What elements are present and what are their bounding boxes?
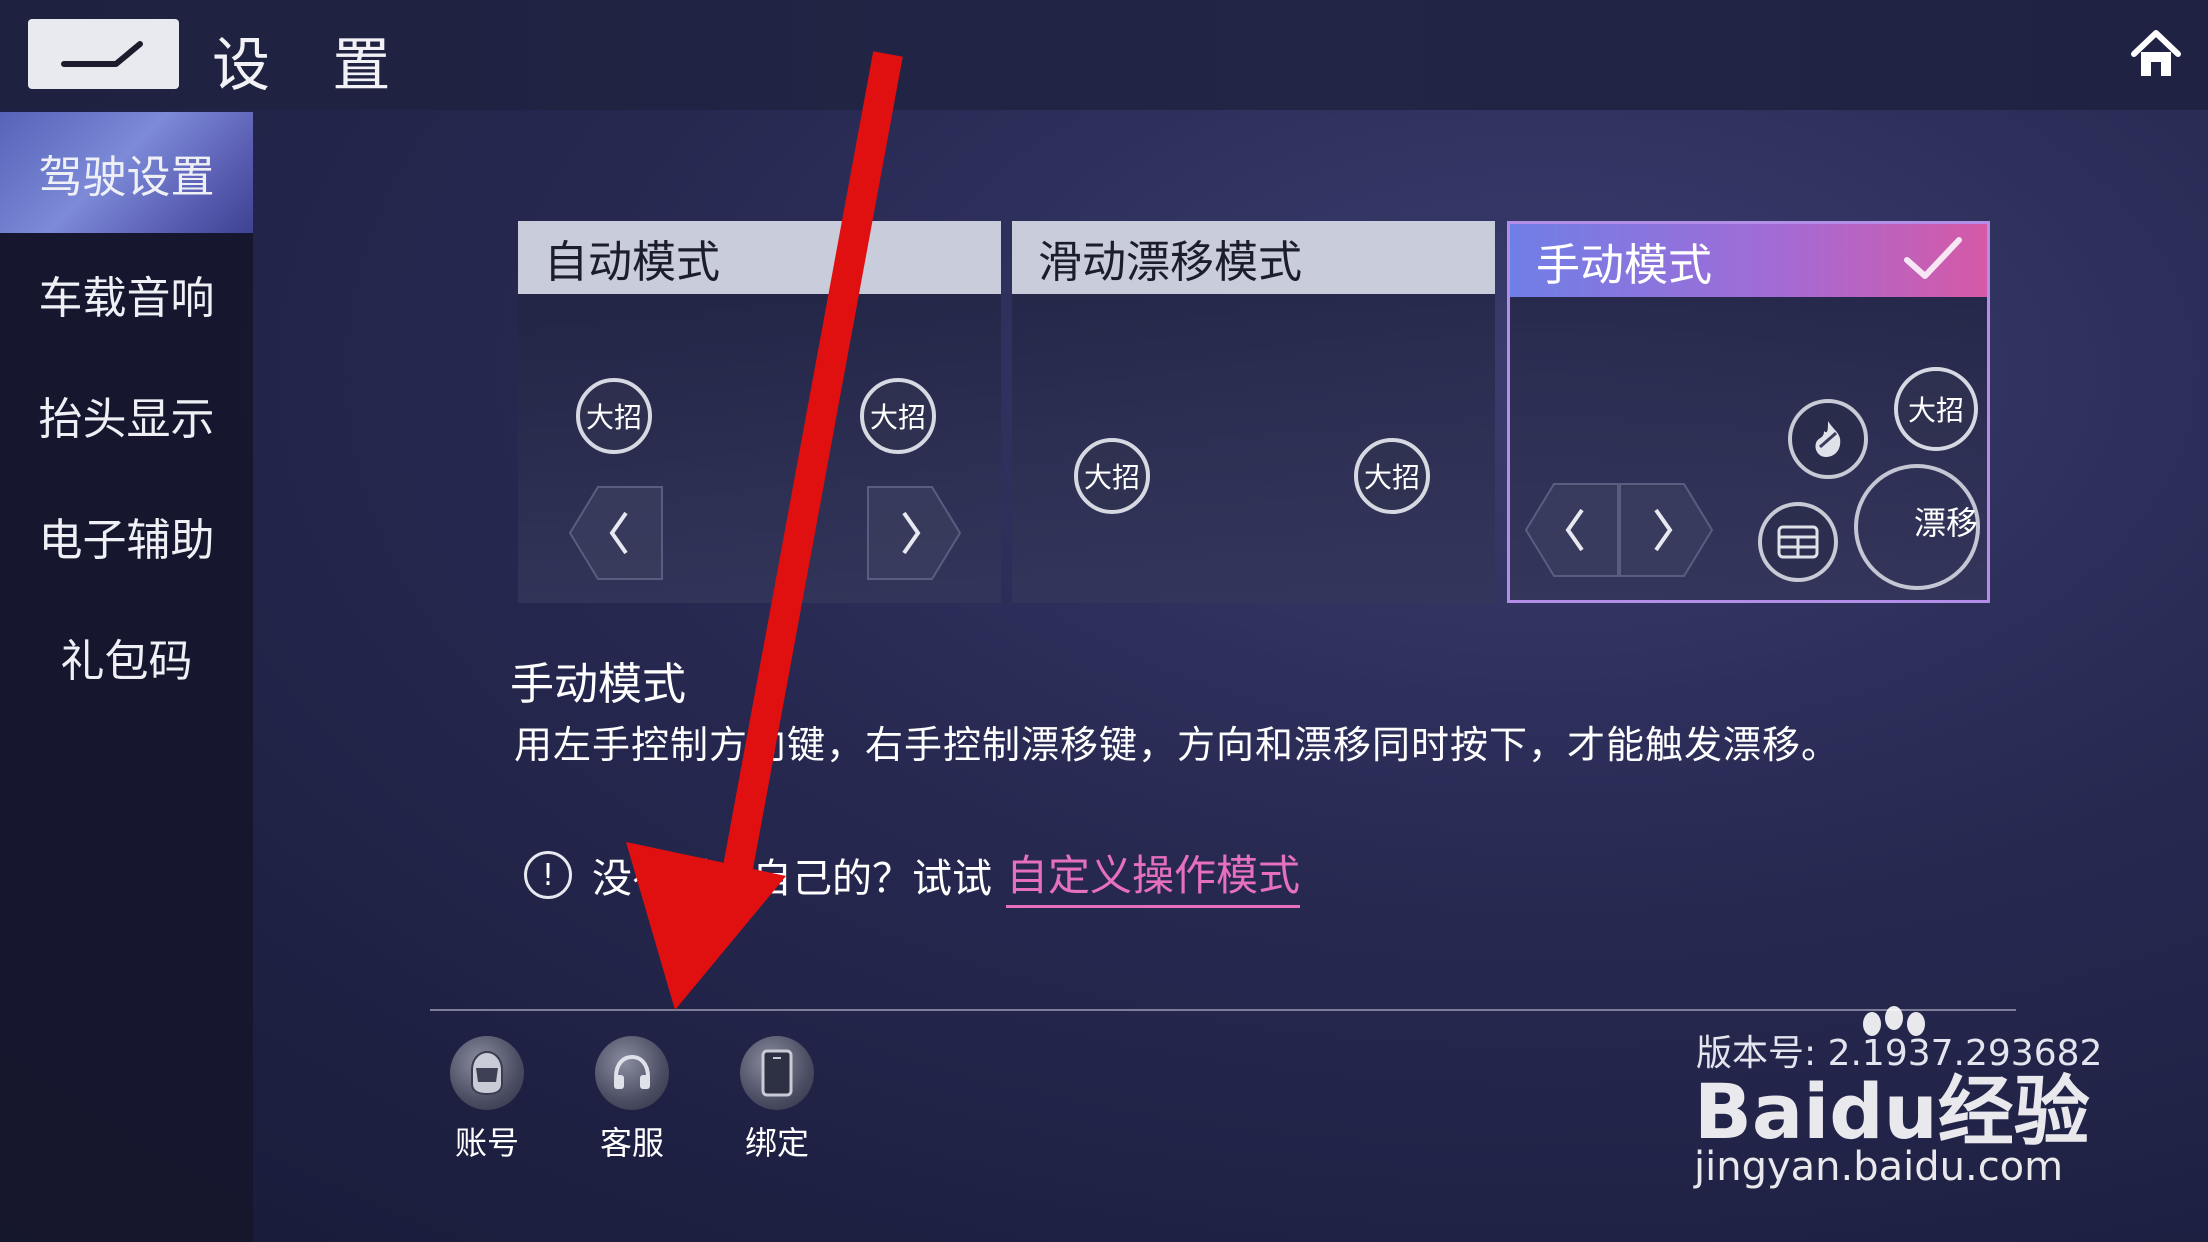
sidebar-item-label: 车载音响: [38, 272, 215, 324]
ultimate-button-left: 大招: [1074, 438, 1150, 514]
headset-icon: [595, 1036, 669, 1110]
left-arrow-icon: [1524, 483, 1619, 577]
item-button: [1758, 502, 1838, 582]
mode-description-title: 手动模式: [510, 659, 686, 710]
custom-mode-link[interactable]: 自定义操作模式: [1006, 842, 1301, 908]
ultimate-button-right: 大招: [1354, 438, 1430, 514]
check-icon: [1904, 237, 1962, 279]
sidebar-item-hud[interactable]: 抬头显示: [0, 354, 253, 475]
sidebar-item-label: 礼包码: [60, 635, 193, 687]
back-arrow-icon: [60, 41, 143, 67]
custom-mode-hint: ! 没有适合自己的？试试 自定义操作模式: [524, 842, 1301, 908]
right-arrow-icon: [867, 486, 962, 580]
customer-service-label: 客服: [599, 1124, 664, 1162]
sidebar-item-label: 驾驶设置: [38, 151, 215, 203]
mode-card-slide-drift[interactable]: 滑动漂移模式 大招 大招: [1012, 221, 1495, 603]
top-bar: 设 置: [0, 0, 2208, 110]
nitro-flame-icon: [1788, 399, 1868, 479]
ultimate-button-left: 大招: [576, 378, 652, 454]
mode-card-manual[interactable]: 手动模式 大招 漂移: [1507, 221, 1990, 603]
mode-description-text: 用左手控制方向键，右手控制漂移键，方向和漂移同时按下，才能触发漂移。: [514, 723, 1841, 767]
watermark-url: jingyan.baidu.com: [1694, 1144, 2064, 1190]
info-icon: !: [524, 851, 572, 899]
sidebar-item-car-audio[interactable]: 车载音响: [0, 233, 253, 354]
right-arrow-icon: [1619, 483, 1714, 577]
sidebar-item-label: 电子辅助: [38, 514, 215, 566]
mode-card-auto[interactable]: 自动模式 大招 大招: [518, 221, 1001, 603]
mode-card-title: 滑动漂移模式: [1012, 221, 1495, 294]
menu-grid-icon: [1777, 525, 1819, 559]
sidebar: 驾驶设置 车载音响 抬头显示 电子辅助 礼包码: [0, 112, 253, 1242]
version-text: 版本号: 2.1937.293682: [1696, 1033, 2103, 1074]
back-button[interactable]: [28, 19, 179, 89]
hint-text: 没有适合自己的？试试: [592, 856, 992, 902]
bind-label: 绑定: [744, 1124, 809, 1162]
sidebar-item-gift-code[interactable]: 礼包码: [0, 596, 253, 717]
ultimate-button: 大招: [1894, 367, 1978, 451]
drift-label: 漂移: [1914, 504, 1979, 542]
helmet-icon: [450, 1036, 524, 1110]
customer-service-button[interactable]: 客服: [577, 1036, 687, 1164]
flame-icon: [1815, 421, 1841, 457]
sidebar-item-electronic-assist[interactable]: 电子辅助: [0, 475, 253, 596]
page-title: 设 置: [212, 31, 413, 99]
account-label: 账号: [454, 1124, 519, 1162]
sidebar-item-label: 抬头显示: [38, 393, 215, 445]
bind-button[interactable]: 绑定: [722, 1036, 832, 1164]
left-arrow-icon: [568, 486, 663, 580]
phone-icon: [740, 1036, 814, 1110]
mode-card-title: 自动模式: [518, 221, 1001, 294]
sidebar-item-driving-settings[interactable]: 驾驶设置: [0, 112, 253, 233]
home-icon[interactable]: [2128, 26, 2184, 82]
account-button[interactable]: 账号: [432, 1036, 542, 1164]
ultimate-button-right: 大招: [860, 378, 936, 454]
